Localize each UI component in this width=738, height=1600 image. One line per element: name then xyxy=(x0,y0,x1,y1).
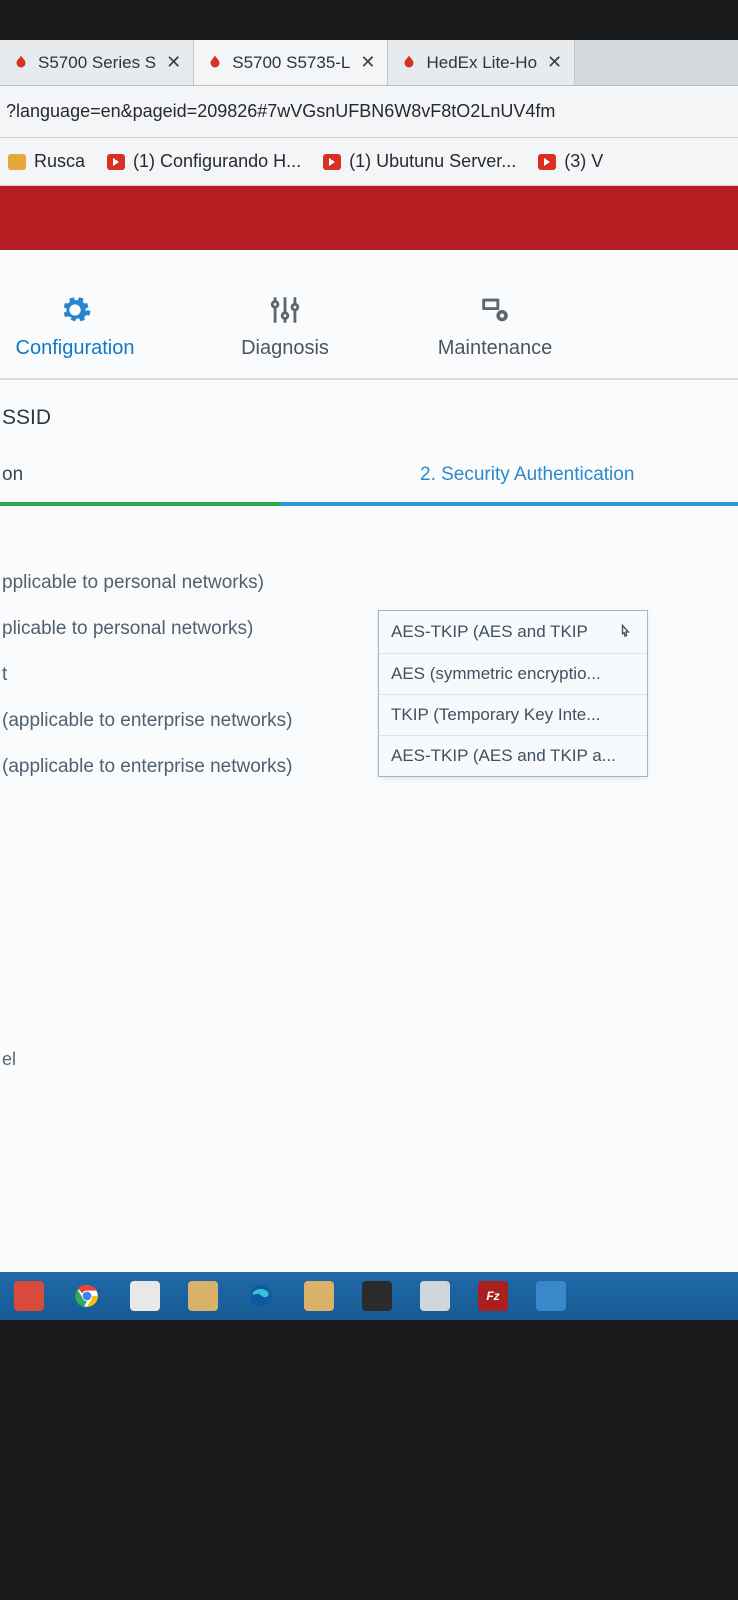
nav-label: Maintenance xyxy=(438,337,553,360)
bookmark-item[interactable]: Rusca xyxy=(8,151,85,172)
taskbar-app-icon[interactable] xyxy=(130,1281,160,1311)
option-text: t xyxy=(2,664,362,686)
windows-taskbar: Fz xyxy=(0,1272,738,1320)
browser-tab-0[interactable]: S5700 Series S ✕ xyxy=(0,40,194,85)
taskbar-edge-icon[interactable] xyxy=(246,1281,276,1311)
nav-diagnosis[interactable]: Diagnosis xyxy=(210,293,360,360)
bookmark-item[interactable]: (1) Ubutunu Server... xyxy=(323,151,516,172)
encryption-dropdown[interactable]: AES-TKIP (AES and TKIP AES (symmetric en… xyxy=(378,610,648,777)
screen: S5700 Series S ✕ S5700 S5735-L ✕ HedEx L… xyxy=(0,40,738,1280)
bookmark-label: (3) V xyxy=(564,151,603,172)
dropdown-option[interactable]: AES (symmetric encryptio... xyxy=(379,654,647,695)
step-1[interactable]: on xyxy=(0,464,420,486)
option-row[interactable]: pplicable to personal networks) xyxy=(0,560,738,606)
nav-configuration[interactable]: Configuration xyxy=(0,293,150,360)
dropdown-option[interactable]: AES-TKIP (AES and TKIP a... xyxy=(379,736,647,776)
youtube-icon xyxy=(323,154,341,170)
taskbar-explorer-icon[interactable] xyxy=(188,1281,218,1311)
section-title: SSID xyxy=(0,380,738,450)
folder-icon xyxy=(8,154,26,170)
taskbar-app-icon[interactable] xyxy=(14,1281,44,1311)
maintenance-icon xyxy=(478,293,512,327)
option-text: plicable to personal networks) xyxy=(2,618,362,640)
huawei-icon xyxy=(400,54,418,72)
taskbar-app-icon[interactable] xyxy=(420,1281,450,1311)
dropdown-option[interactable]: AES-TKIP (AES and TKIP xyxy=(379,611,647,654)
main-nav: Configuration Diagnosis Maintenance xyxy=(0,250,738,380)
huawei-icon xyxy=(206,54,224,72)
tab-label: S5700 S5735-L xyxy=(232,53,350,73)
content-area: SSID on 2. Security Authentication pplic… xyxy=(0,380,738,1280)
nav-maintenance[interactable]: Maintenance xyxy=(420,293,570,360)
wizard-stepper: on 2. Security Authentication xyxy=(0,450,738,500)
tab-label: S5700 Series S xyxy=(38,53,156,73)
step-track xyxy=(0,502,738,506)
app-header-banner xyxy=(0,186,738,250)
youtube-icon xyxy=(538,154,556,170)
taskbar-terminal-icon[interactable] xyxy=(362,1281,392,1311)
cancel-button[interactable]: el xyxy=(2,1049,16,1070)
sliders-icon xyxy=(268,293,302,327)
option-text: (applicable to enterprise networks) xyxy=(2,710,362,732)
dropdown-option-label: AES-TKIP (AES and TKIP xyxy=(391,622,588,642)
bookmark-label: Rusca xyxy=(34,151,85,172)
bookmark-label: (1) Ubutunu Server... xyxy=(349,151,516,172)
tab-label: HedEx Lite-Ho xyxy=(426,53,537,73)
gear-icon xyxy=(58,293,92,327)
bookmark-item[interactable]: (1) Configurando H... xyxy=(107,151,301,172)
browser-tabstrip: S5700 Series S ✕ S5700 S5735-L ✕ HedEx L… xyxy=(0,40,738,86)
close-icon[interactable]: ✕ xyxy=(164,52,183,73)
bookmark-item[interactable]: (3) V xyxy=(538,151,603,172)
url-text: ?language=en&pageid=209826#7wVGsnUFBN6W8… xyxy=(6,101,555,122)
nav-label: Configuration xyxy=(16,337,135,360)
step-2-security-authentication[interactable]: 2. Security Authentication xyxy=(420,464,634,486)
option-text: pplicable to personal networks) xyxy=(2,572,362,594)
address-bar[interactable]: ?language=en&pageid=209826#7wVGsnUFBN6W8… xyxy=(0,86,738,138)
pointer-cursor-icon xyxy=(615,621,635,643)
taskbar-filezilla-icon[interactable]: Fz xyxy=(478,1281,508,1311)
youtube-icon xyxy=(107,154,125,170)
bookmark-label: (1) Configurando H... xyxy=(133,151,301,172)
option-text: (applicable to enterprise networks) xyxy=(2,756,362,778)
taskbar-app-icon[interactable] xyxy=(536,1281,566,1311)
close-icon[interactable]: ✕ xyxy=(358,52,377,73)
nav-label: Diagnosis xyxy=(241,337,329,360)
huawei-icon xyxy=(12,54,30,72)
dropdown-option[interactable]: TKIP (Temporary Key Inte... xyxy=(379,695,647,736)
close-icon[interactable]: ✕ xyxy=(545,52,564,73)
dropdown-option-label: AES-TKIP (AES and TKIP a... xyxy=(391,746,616,765)
browser-tab-2[interactable]: HedEx Lite-Ho ✕ xyxy=(388,40,575,85)
taskbar-folder-icon[interactable] xyxy=(304,1281,334,1311)
browser-tab-1[interactable]: S5700 S5735-L ✕ xyxy=(194,40,388,85)
bookmarks-bar: Rusca (1) Configurando H... (1) Ubutunu … xyxy=(0,138,738,186)
dropdown-option-label: AES (symmetric encryptio... xyxy=(391,664,601,683)
dropdown-option-label: TKIP (Temporary Key Inte... xyxy=(391,705,600,724)
taskbar-chrome-icon[interactable] xyxy=(72,1281,102,1311)
